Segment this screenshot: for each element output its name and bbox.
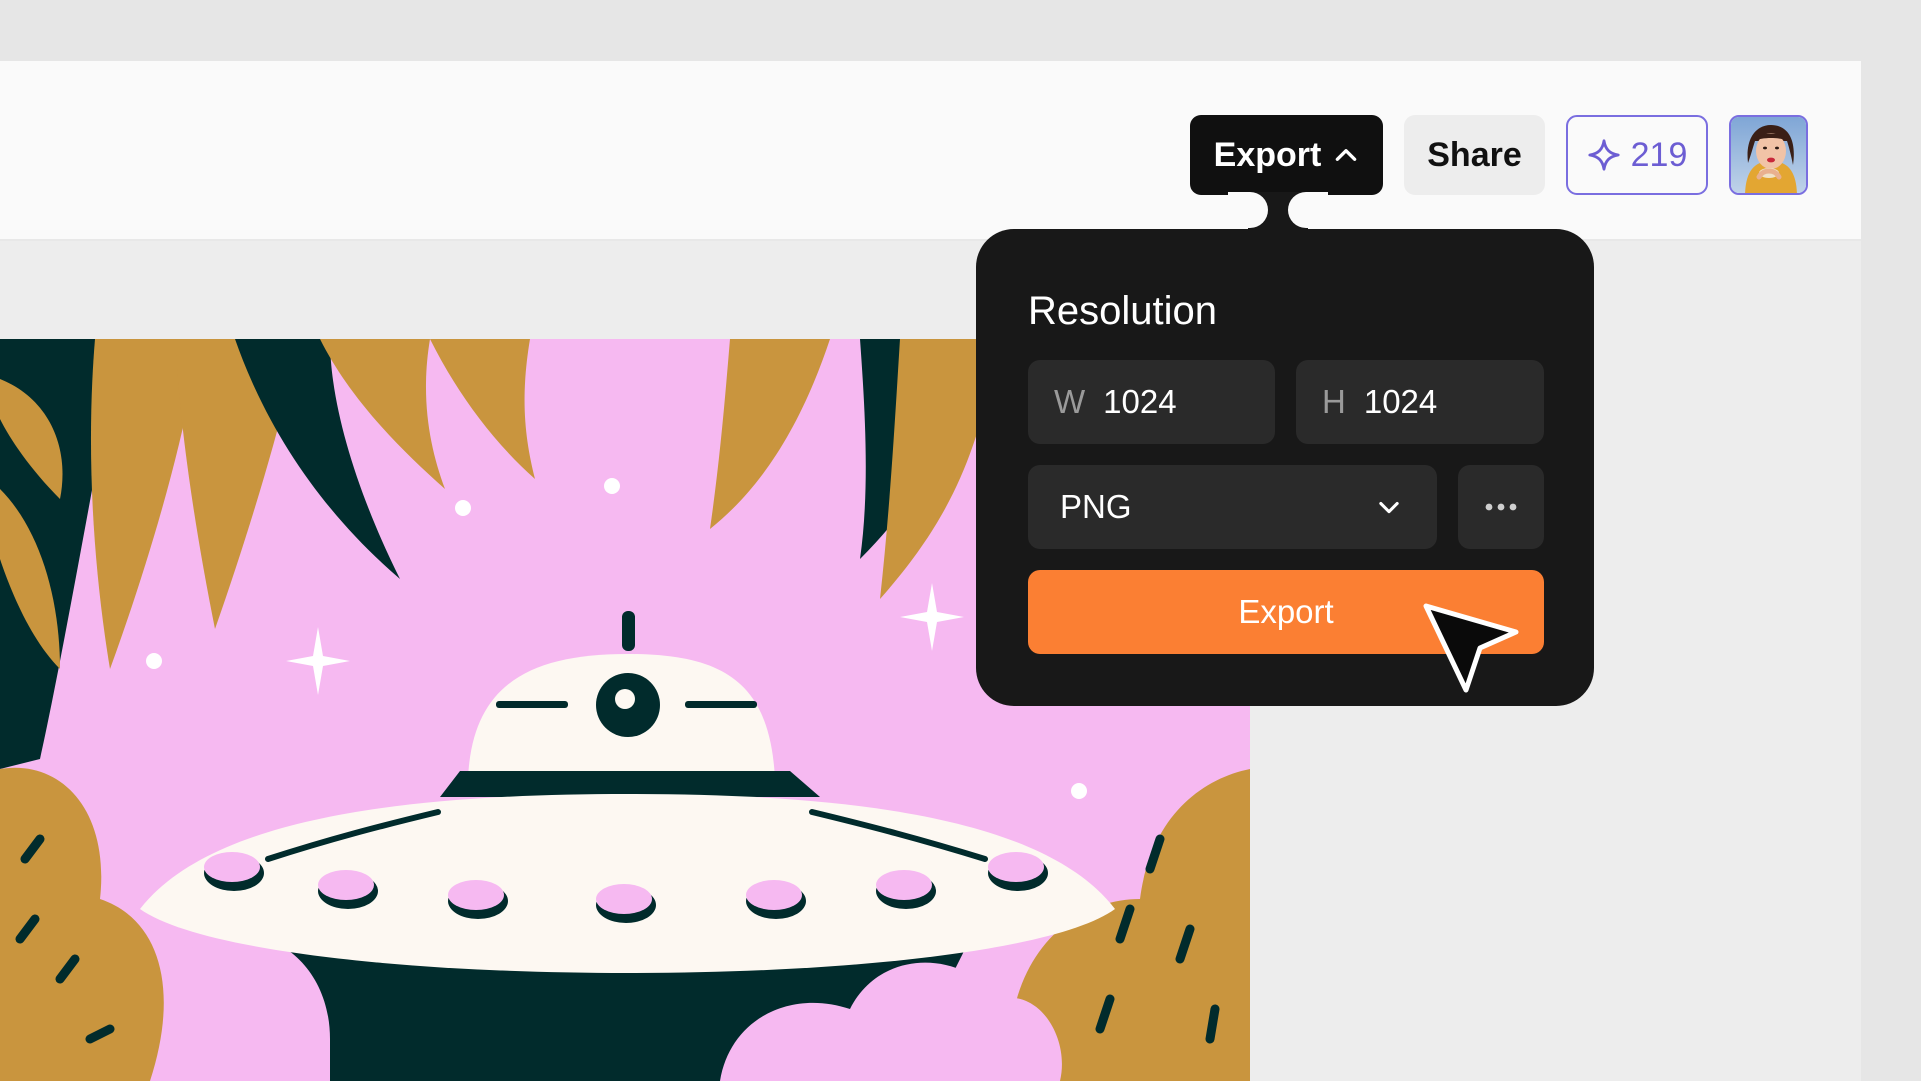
format-select[interactable]: PNG <box>1028 465 1437 549</box>
chevron-down-icon <box>1379 501 1399 514</box>
export-dropdown-label: Export <box>1213 135 1322 174</box>
credits-badge[interactable]: 219 <box>1566 115 1708 195</box>
more-options-button[interactable] <box>1458 465 1544 549</box>
credits-count: 219 <box>1630 135 1688 174</box>
top-bar: Export Share 219 <box>0 61 1861 241</box>
cursor-arrow-icon <box>1423 603 1519 693</box>
popover-connector-curve-left <box>1228 192 1268 228</box>
width-value: 1024 <box>1103 383 1177 420</box>
sparkle-icon <box>1588 139 1620 171</box>
height-field[interactable]: H 1024 <box>1296 360 1544 444</box>
avatar-photo <box>1731 117 1806 193</box>
share-label: Share <box>1427 135 1522 174</box>
share-button[interactable]: Share <box>1404 115 1545 195</box>
export-button-label: Export <box>1238 593 1334 630</box>
height-prefix: H <box>1322 383 1346 420</box>
export-dropdown-button[interactable]: Export <box>1190 115 1383 195</box>
format-selected-value: PNG <box>1060 488 1132 525</box>
chevron-up-icon <box>1336 149 1357 161</box>
height-value: 1024 <box>1363 383 1438 420</box>
resolution-title: Resolution <box>1028 289 1218 333</box>
width-prefix: W <box>1054 383 1086 420</box>
user-avatar[interactable] <box>1729 115 1808 195</box>
more-horizontal-icon <box>1485 503 1517 511</box>
popover-connector-curve-right <box>1288 192 1328 228</box>
width-field[interactable]: W 1024 <box>1028 360 1275 444</box>
